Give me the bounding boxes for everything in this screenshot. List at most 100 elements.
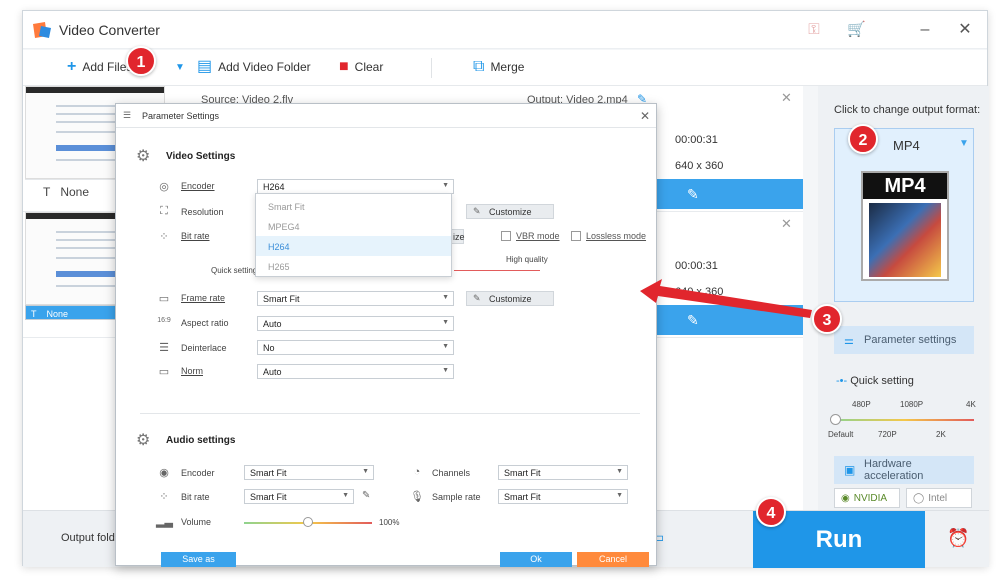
add-files-dropdown-icon[interactable]: ▼ bbox=[175, 62, 185, 73]
customize-label: Customize bbox=[489, 207, 532, 217]
bitrate-icon: ⁘ bbox=[159, 231, 169, 243]
dropdown-option[interactable]: MPEG4 bbox=[256, 216, 451, 236]
quality-slider-handle[interactable] bbox=[830, 414, 841, 425]
encoder-value: H264 bbox=[263, 182, 285, 192]
output-folder-label: Output folde bbox=[61, 532, 121, 544]
channels-value: Smart Fit bbox=[504, 468, 541, 478]
remove-video-icon[interactable]: ✕ bbox=[781, 90, 792, 106]
dropdown-option[interactable]: H265 bbox=[256, 256, 451, 276]
chevron-down-icon[interactable]: ▼ bbox=[959, 138, 969, 149]
channels-select[interactable]: Smart Fit ▼ bbox=[498, 465, 628, 480]
dropdown-option[interactable]: Smart Fit bbox=[256, 196, 451, 216]
channels-icon: ◔ bbox=[413, 466, 421, 478]
lossless-mode-label: Lossless mode bbox=[586, 231, 647, 241]
chevron-down-icon: ▼ bbox=[442, 367, 449, 374]
format-prompt: Click to change output format: bbox=[834, 104, 981, 116]
action-strip: ✎ bbox=[653, 179, 803, 209]
chevron-down-icon: ▼ bbox=[616, 468, 623, 475]
dropdown-option-selected[interactable]: H264 bbox=[256, 236, 451, 256]
clear-button[interactable]: ■ Clear bbox=[339, 59, 383, 75]
pencil-icon: ✎ bbox=[473, 293, 481, 303]
audio-encoder-select[interactable]: Smart Fit ▼ bbox=[244, 465, 374, 480]
nvidia-logo-icon: ◉ bbox=[841, 492, 850, 504]
key-icon[interactable]: ⚿ bbox=[805, 21, 823, 39]
app-logo-icon bbox=[33, 22, 51, 38]
clear-label: Clear bbox=[354, 60, 384, 74]
chevron-down-icon: ▼ bbox=[442, 182, 449, 189]
plus-icon: + bbox=[67, 58, 77, 75]
sample-rate-value: Smart Fit bbox=[504, 492, 541, 502]
lossless-mode-checkbox[interactable]: Lossless mode bbox=[571, 231, 646, 241]
norm-select[interactable]: Auto ▼ bbox=[257, 364, 454, 379]
edit-icon[interactable]: ✎ bbox=[687, 186, 699, 203]
add-folder-button[interactable]: ▤ Add Video Folder bbox=[197, 59, 311, 75]
alarm-clock-icon[interactable]: ⏰ bbox=[947, 528, 969, 549]
resolution: 640 x 360 bbox=[675, 160, 724, 172]
quick-setting-text: Quick setting bbox=[850, 375, 914, 387]
output-format-card[interactable]: MP4 ▼ MP4 bbox=[834, 128, 974, 302]
encoder-label[interactable]: Encoder bbox=[181, 181, 215, 191]
audio-bitrate-icon: ⁘ bbox=[159, 491, 169, 503]
customize-label: ize bbox=[453, 232, 465, 242]
quick-setting-label: Quick setting bbox=[211, 266, 258, 275]
intel-option[interactable]: ◯ Intel bbox=[906, 488, 972, 508]
video-settings-header: Video Settings bbox=[166, 151, 236, 162]
tick-label: 720P bbox=[878, 430, 897, 439]
volume-slider-handle[interactable] bbox=[303, 517, 313, 527]
resolution-customize-button[interactable]: ✎ Customize bbox=[466, 204, 554, 219]
hw-accel-label: Hardware acceleration bbox=[864, 458, 924, 482]
subtitle-value: None bbox=[46, 308, 69, 319]
vbr-mode-checkbox[interactable]: VBR mode bbox=[501, 231, 560, 241]
framerate-customize-button[interactable]: ✎ Customize bbox=[466, 291, 554, 306]
bitrate-label[interactable]: Bit rate bbox=[181, 231, 210, 241]
trash-icon: ■ bbox=[339, 58, 349, 75]
aspect-ratio-label: Aspect ratio bbox=[181, 318, 229, 328]
tick-label: 2K bbox=[936, 430, 946, 439]
volume-icon: ▂▃ bbox=[156, 516, 173, 528]
encoder-icon: ◎ bbox=[159, 181, 169, 193]
audio-bitrate-select[interactable]: Smart Fit ▼ bbox=[244, 489, 354, 504]
minimize-button[interactable]: – bbox=[915, 21, 935, 39]
quality-slider-track[interactable] bbox=[834, 419, 974, 421]
folder-icon: ▤ bbox=[197, 58, 213, 75]
framerate-select[interactable]: Smart Fit ▼ bbox=[257, 291, 454, 306]
encoder-select[interactable]: H264 ▼ bbox=[257, 179, 454, 194]
hardware-acceleration-button[interactable]: ▣ Hardware acceleration bbox=[834, 456, 974, 484]
sliders-icon: ⚌ bbox=[844, 335, 854, 347]
close-window-button[interactable]: ✕ bbox=[955, 21, 975, 39]
sample-rate-select[interactable]: Smart Fit ▼ bbox=[498, 489, 628, 504]
norm-icon: ▭ bbox=[158, 366, 170, 378]
ok-button[interactable]: Ok bbox=[500, 552, 572, 567]
duration: 00:00:31 bbox=[675, 260, 718, 272]
pencil-icon[interactable]: ✎ bbox=[362, 490, 370, 501]
add-files-button[interactable]: + Add Files bbox=[67, 59, 132, 75]
deinterlace-select[interactable]: No ▼ bbox=[257, 340, 454, 355]
bitrate-quality-track[interactable] bbox=[454, 270, 540, 271]
right-panel: Click to change output format: MP4 ▼ MP4… bbox=[818, 86, 989, 510]
checkbox-box bbox=[501, 231, 511, 241]
audio-settings-icon: ⚙ bbox=[136, 432, 151, 449]
edit-icon[interactable]: ✎ bbox=[687, 312, 699, 329]
toolbar: + Add Files ▼ ▤ Add Video Folder ■ Clear… bbox=[23, 50, 987, 86]
parameter-settings-button[interactable]: ⚌ Parameter settings bbox=[834, 326, 974, 354]
audio-encoder-label: Encoder bbox=[181, 468, 215, 478]
aspect-ratio-select[interactable]: Auto ▼ bbox=[257, 316, 454, 331]
chevron-down-icon: ▼ bbox=[616, 492, 623, 499]
merge-button[interactable]: ⧉ Merge bbox=[473, 59, 524, 75]
aspect-ratio-icon: 16:9 bbox=[157, 317, 171, 324]
step-badge: 4 bbox=[756, 497, 786, 527]
remove-video-icon[interactable]: ✕ bbox=[781, 216, 792, 232]
save-as-button[interactable]: Save as bbox=[161, 552, 236, 567]
resolution: 640 x 360 bbox=[675, 286, 724, 298]
microphone-icon: 🎙 bbox=[410, 491, 424, 503]
cancel-button[interactable]: Cancel bbox=[577, 552, 649, 567]
framerate-label[interactable]: Frame rate bbox=[181, 293, 225, 303]
audio-encoder-value: Smart Fit bbox=[250, 468, 287, 478]
merge-label: Merge bbox=[490, 60, 525, 74]
norm-label[interactable]: Norm bbox=[181, 366, 203, 376]
cart-icon[interactable]: 🛒 bbox=[847, 21, 866, 39]
chevron-down-icon: ▼ bbox=[342, 492, 349, 499]
dialog-close-icon[interactable]: ✕ bbox=[640, 109, 650, 123]
dialog-title: Parameter Settings bbox=[142, 111, 220, 121]
nvidia-option[interactable]: ◉ NVIDIA bbox=[834, 488, 900, 508]
